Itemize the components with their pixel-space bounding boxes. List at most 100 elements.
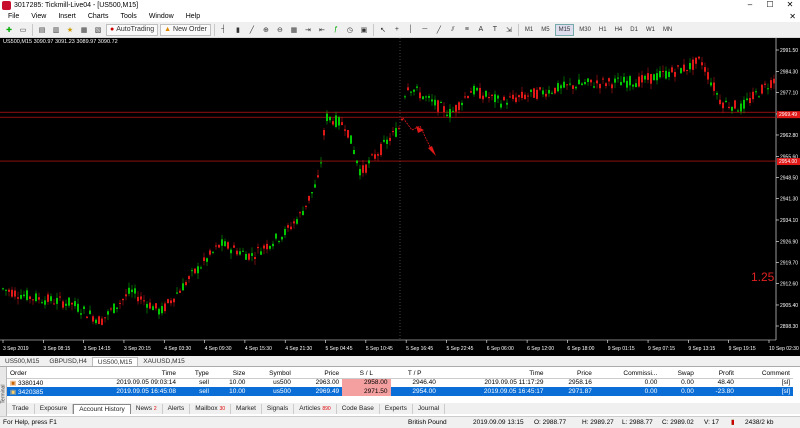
terminal-side-bar[interactable]: Terminal bbox=[0, 367, 7, 417]
timeframe-m15[interactable]: M15 bbox=[554, 23, 575, 36]
channel-icon[interactable]: ⫽ bbox=[447, 24, 459, 36]
navigator-icon[interactable]: ★ bbox=[64, 24, 76, 36]
table-row[interactable]: ▣ 3420385 2019.09.05 16:45:08 sell 10.00… bbox=[7, 387, 793, 396]
col-type[interactable]: Type bbox=[178, 369, 212, 379]
candlestick-chart[interactable]: 2991.502984.302977.102969.902962.802955.… bbox=[0, 38, 800, 356]
line-chart-icon[interactable]: ╱ bbox=[246, 24, 258, 36]
trendline-icon[interactable]: ╱ bbox=[433, 24, 445, 36]
chart-tab[interactable]: XAUUSD,M15 bbox=[138, 357, 190, 366]
menu-help[interactable]: Help bbox=[180, 11, 206, 22]
new-order-label: New Order bbox=[173, 26, 207, 33]
bar-chart-icon[interactable]: ┤ bbox=[218, 24, 230, 36]
data-window-icon[interactable]: ▥ bbox=[50, 24, 62, 36]
autoscroll-icon[interactable]: ⇥ bbox=[302, 24, 314, 36]
col-symbol[interactable]: Symbol bbox=[248, 369, 294, 379]
autotrading-button[interactable]: ● AutoTrading bbox=[106, 23, 159, 36]
indicators-icon[interactable]: ƒ bbox=[330, 24, 342, 36]
tab-mailbox[interactable]: Mailbox 30 bbox=[190, 403, 232, 414]
col-swap[interactable]: Swap bbox=[660, 369, 697, 379]
minimize-icon[interactable]: – bbox=[740, 0, 760, 11]
menu-file[interactable]: File bbox=[2, 11, 25, 22]
tab-account-history[interactable]: Account History bbox=[73, 403, 131, 414]
zoom-out-icon[interactable]: ⊖ bbox=[274, 24, 286, 36]
candle-body bbox=[383, 139, 385, 142]
cursor-icon[interactable]: ↖ bbox=[377, 24, 389, 36]
col-sl[interactable]: S / L bbox=[342, 369, 391, 379]
tab-trade[interactable]: Trade bbox=[7, 403, 35, 414]
tile-icon[interactable]: ▦ bbox=[288, 24, 300, 36]
col-comment[interactable]: Comment bbox=[736, 369, 793, 379]
cell-close-price: 2958.16 bbox=[568, 379, 592, 387]
candlestick-icon[interactable]: ▮ bbox=[232, 24, 244, 36]
tab-news[interactable]: News 2 bbox=[131, 403, 163, 414]
chart-tab[interactable]: GBPUSD,H4 bbox=[44, 357, 92, 366]
timeframe-d1[interactable]: D1 bbox=[627, 24, 641, 36]
chart-shift-icon[interactable]: ⇤ bbox=[316, 24, 328, 36]
candle-body bbox=[35, 293, 37, 302]
menu-window[interactable]: Window bbox=[143, 11, 180, 22]
chart-tab[interactable]: US500,M15 bbox=[91, 357, 139, 366]
col-commission[interactable]: Commissi... bbox=[594, 369, 661, 379]
profiles-icon[interactable]: ▭ bbox=[17, 24, 29, 36]
candle-body bbox=[191, 270, 193, 272]
menu-insert[interactable]: Insert bbox=[52, 11, 82, 22]
tab-journal[interactable]: Journal bbox=[413, 403, 446, 414]
chart-close-icon[interactable]: ✕ bbox=[789, 11, 796, 22]
col-open-time[interactable]: Time bbox=[71, 369, 179, 379]
tester-icon[interactable]: ▧ bbox=[92, 24, 104, 36]
col-close-price[interactable]: Price bbox=[546, 369, 595, 379]
close-icon[interactable]: ✕ bbox=[780, 0, 800, 11]
toolbar-separator bbox=[213, 23, 215, 36]
tab-exposure[interactable]: Exposure bbox=[35, 403, 74, 414]
text-icon[interactable]: A bbox=[475, 24, 487, 36]
label-icon[interactable]: T bbox=[489, 24, 501, 36]
periods-icon[interactable]: ◷ bbox=[344, 24, 356, 36]
terminal-icon[interactable]: ▦ bbox=[78, 24, 90, 36]
col-size[interactable]: Size bbox=[211, 369, 249, 379]
arrows-icon[interactable]: ⇲ bbox=[503, 24, 515, 36]
chart-tab[interactable]: US500,M15 bbox=[0, 357, 44, 366]
templates-icon[interactable]: ▣ bbox=[358, 24, 370, 36]
tab-market[interactable]: Market bbox=[231, 403, 262, 414]
tab-experts[interactable]: Experts bbox=[380, 403, 413, 414]
vertical-line-icon[interactable]: │ bbox=[405, 24, 417, 36]
maximize-icon[interactable]: ☐ bbox=[760, 0, 780, 11]
col-profit[interactable]: Profit bbox=[696, 369, 737, 379]
col-order[interactable]: Order bbox=[7, 369, 72, 379]
tab-code-base[interactable]: Code Base bbox=[337, 403, 380, 414]
zoom-in-icon[interactable]: ⊕ bbox=[260, 24, 272, 36]
col-close-time[interactable]: Time bbox=[438, 369, 547, 379]
horizontal-line-icon[interactable]: ─ bbox=[419, 24, 431, 36]
time-tick-label: 6 Sep 18:00 bbox=[567, 346, 594, 352]
tab-signals[interactable]: Signals bbox=[262, 403, 295, 414]
new-order-icon: ▲ bbox=[164, 26, 172, 33]
candle-body bbox=[506, 102, 508, 105]
menu-charts[interactable]: Charts bbox=[82, 11, 115, 22]
crosshair-icon[interactable]: + bbox=[391, 24, 403, 36]
status-close: C: 2989.02 bbox=[662, 419, 694, 426]
cell-profit: 48.40 bbox=[717, 379, 734, 387]
col-open-price[interactable]: Price bbox=[293, 369, 343, 379]
timeframe-h4[interactable]: H4 bbox=[612, 24, 626, 36]
timeframe-m30[interactable]: M30 bbox=[576, 24, 594, 36]
timeframe-h1[interactable]: H1 bbox=[596, 24, 610, 36]
tab-alerts[interactable]: Alerts bbox=[163, 403, 191, 414]
price-tick-label: 2984.30 bbox=[780, 69, 798, 75]
table-row[interactable]: ▣ 3380140 2019.09.05 09:03:14 sell 10.00… bbox=[7, 378, 793, 387]
new-chart-icon[interactable]: ✚ bbox=[3, 24, 15, 36]
new-order-button[interactable]: ▲ New Order bbox=[160, 23, 211, 36]
price-chart[interactable]: 2991.502984.302977.102969.902962.802955.… bbox=[0, 38, 800, 356]
col-tp[interactable]: T / P bbox=[390, 369, 439, 379]
tab-articles[interactable]: Articles 890 bbox=[294, 403, 337, 414]
menu-tools[interactable]: Tools bbox=[114, 11, 142, 22]
market-watch-icon[interactable]: ▤ bbox=[36, 24, 48, 36]
time-tick-label: 10 Sep 02:30 bbox=[769, 346, 799, 352]
menu-view[interactable]: View bbox=[25, 11, 52, 22]
timeframe-m1[interactable]: M1 bbox=[522, 24, 536, 36]
timeframe-w1[interactable]: W1 bbox=[643, 24, 658, 36]
fibonacci-icon[interactable]: ≡ bbox=[461, 24, 473, 36]
timeframe-m5[interactable]: M5 bbox=[538, 24, 552, 36]
candle-body bbox=[476, 87, 478, 91]
timeframe-mn[interactable]: MN bbox=[660, 24, 675, 36]
candle-body bbox=[149, 302, 151, 309]
